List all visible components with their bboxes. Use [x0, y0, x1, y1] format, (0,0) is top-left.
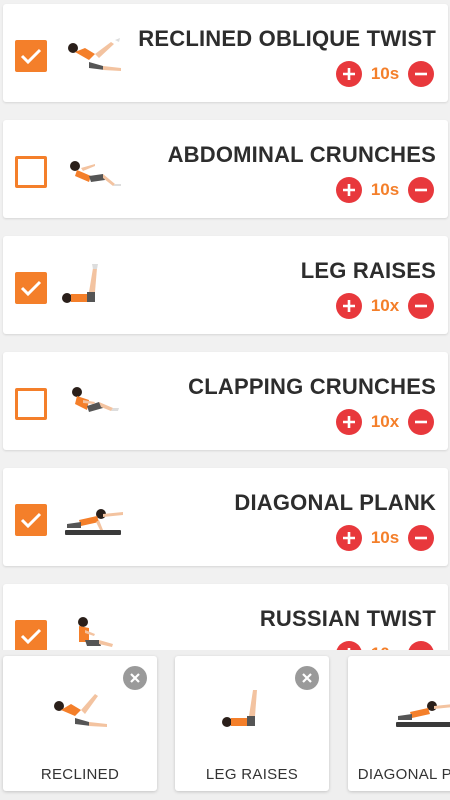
plus-icon — [343, 416, 355, 428]
reps-value: 10x — [370, 412, 400, 431]
exercise-card-reclined-oblique-twist[interactable]: RECLINED OBLIQUE TWIST 10s — [3, 4, 448, 102]
exercise-checkbox[interactable] — [15, 388, 47, 420]
exercise-title: ABDOMINAL CRUNCHES — [167, 142, 436, 167]
plus-icon — [343, 532, 355, 544]
duration-stepper[interactable]: 10s — [336, 640, 434, 650]
decrease-button[interactable] — [408, 61, 434, 87]
reps-value: 10x — [370, 296, 400, 315]
remove-button[interactable] — [295, 666, 319, 690]
exercise-title: DIAGONAL PLANK — [234, 490, 436, 515]
checkmark-icon — [20, 512, 42, 529]
exercise-title: RUSSIAN TWIST — [259, 606, 436, 631]
exercise-checkbox[interactable] — [15, 620, 47, 650]
exercise-checkbox[interactable] — [15, 40, 47, 72]
exercise-card-abdominal-crunches[interactable]: ABDOMINAL CRUNCHES 10s — [3, 120, 448, 218]
tray-card-diagonal-plank[interactable]: DIAGONAL PLANK — [348, 656, 450, 791]
tray-label: DIAGONAL PLANK — [357, 766, 450, 783]
increase-button[interactable] — [336, 177, 362, 203]
exercise-card-leg-raises[interactable]: LEG RAISES 10x — [3, 236, 448, 334]
duration-stepper[interactable]: 10s — [336, 60, 434, 88]
minus-icon — [415, 536, 427, 540]
duration-value: 10s — [370, 528, 400, 547]
minus-icon — [415, 420, 427, 424]
exercise-illustration — [54, 694, 107, 727]
minus-icon — [415, 188, 427, 192]
exercise-title: LEG RAISES — [300, 258, 436, 283]
tray-card-leg-raises[interactable]: LEG RAISES — [175, 656, 329, 791]
exercise-illustration — [70, 161, 121, 186]
increase-button[interactable] — [336, 641, 362, 650]
checkmark-icon — [20, 628, 42, 645]
minus-icon — [415, 304, 427, 308]
selected-exercises-tray[interactable]: RECLINED LEG RAISES DIAGONAL PLANK — [0, 650, 450, 800]
exercise-card-clapping-crunches[interactable]: CLAPPING CRUNCHES 10x — [3, 352, 448, 450]
exercise-list[interactable]: RECLINED OBLIQUE TWIST 10s ABDOMINAL CRU… — [0, 0, 450, 650]
duration-stepper[interactable]: 10s — [336, 176, 434, 204]
increase-button[interactable] — [336, 61, 362, 87]
duration-value: 10s — [370, 64, 400, 83]
close-icon — [130, 673, 140, 683]
checkmark-icon — [20, 48, 42, 65]
duration-value: 10s — [370, 180, 400, 199]
checkmark-icon — [20, 280, 42, 297]
exercise-illustration — [78, 617, 113, 647]
remove-button[interactable] — [123, 666, 147, 690]
tray-card-reclined[interactable]: RECLINED — [3, 656, 157, 791]
tray-label: RECLINED — [40, 766, 120, 783]
increase-button[interactable] — [336, 525, 362, 551]
close-icon — [302, 673, 312, 683]
reps-stepper[interactable]: 10x — [336, 408, 434, 436]
tray-label: LEG RAISES — [205, 766, 299, 783]
exercise-illustration — [68, 38, 121, 71]
reps-stepper[interactable]: 10x — [336, 292, 434, 320]
increase-button[interactable] — [336, 293, 362, 319]
exercise-illustration — [396, 701, 450, 727]
duration-stepper[interactable]: 10s — [336, 524, 434, 552]
exercise-illustration — [72, 387, 119, 412]
exercise-checkbox[interactable] — [15, 272, 47, 304]
exercise-checkbox[interactable] — [15, 504, 47, 536]
increase-button[interactable] — [336, 409, 362, 435]
decrease-button[interactable] — [408, 293, 434, 319]
exercise-illustration — [65, 509, 123, 535]
plus-icon — [343, 184, 355, 196]
exercise-card-diagonal-plank[interactable]: DIAGONAL PLANK 10s — [3, 468, 448, 566]
plus-icon — [343, 300, 355, 312]
decrease-button[interactable] — [408, 409, 434, 435]
plus-icon — [343, 68, 355, 80]
decrease-button[interactable] — [408, 525, 434, 551]
exercise-illustration — [62, 264, 98, 303]
decrease-button[interactable] — [408, 177, 434, 203]
exercise-illustration — [222, 690, 257, 727]
decrease-button[interactable] — [408, 641, 434, 650]
exercise-checkbox[interactable] — [15, 156, 47, 188]
exercise-title: CLAPPING CRUNCHES — [188, 374, 436, 399]
exercise-card-russian-twist[interactable]: RUSSIAN TWIST 10s — [3, 584, 448, 650]
exercise-title: RECLINED OBLIQUE TWIST — [138, 26, 436, 51]
minus-icon — [415, 72, 427, 76]
